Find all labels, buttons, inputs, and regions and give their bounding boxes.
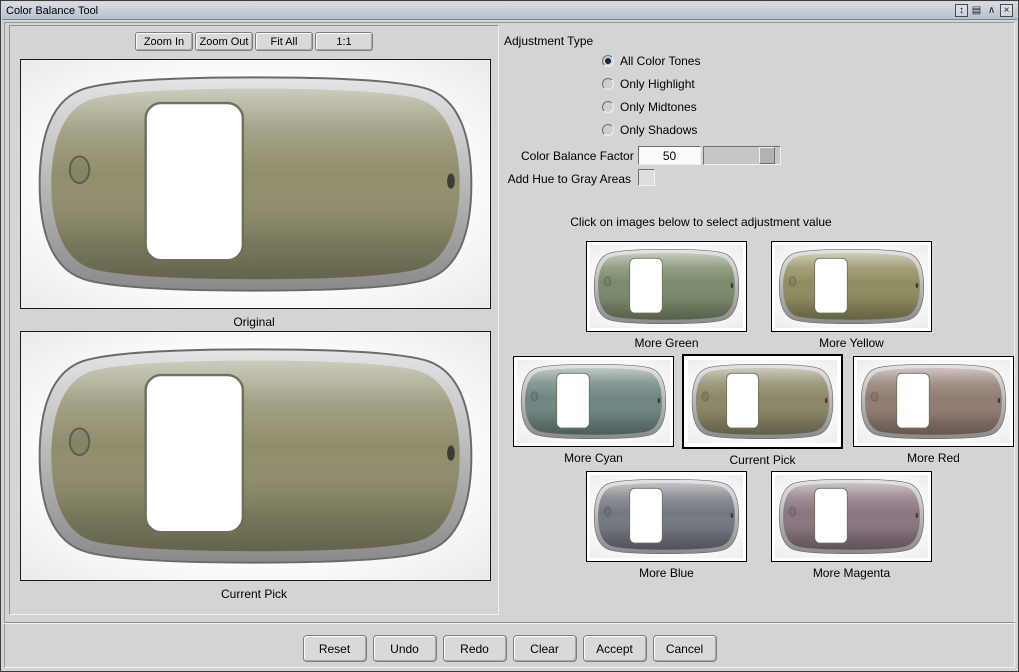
- radio-icon[interactable]: [602, 101, 614, 113]
- thumbnail-label: More Red: [907, 451, 960, 465]
- undo-button[interactable]: Undo: [372, 635, 437, 662]
- radio-label: All Color Tones: [620, 54, 701, 68]
- phone-image: [38, 348, 473, 564]
- radio-all-color-tones[interactable]: All Color Tones: [602, 54, 700, 68]
- hue-gray-label: Add Hue to Gray Areas: [507, 172, 631, 186]
- phone-image: [593, 248, 740, 325]
- radio-only-shadows[interactable]: Only Shadows: [602, 123, 697, 137]
- current-pick-label: Current Pick: [220, 587, 288, 601]
- thumbnail-frame[interactable]: [586, 241, 747, 332]
- thumbnail-frame[interactable]: [682, 354, 843, 449]
- zoom-toolbar: Zoom In Zoom Out Fit All 1:1: [10, 32, 498, 51]
- thumbnail-label: More Yellow: [819, 336, 884, 350]
- phone-image: [593, 478, 740, 555]
- thumbnail-more-green[interactable]: More Green: [586, 241, 747, 350]
- preview-panel: Zoom In Zoom Out Fit All 1:1 Original Cu…: [9, 25, 499, 615]
- thumbnail-frame[interactable]: [853, 356, 1014, 447]
- radio-label: Only Shadows: [620, 123, 698, 137]
- phone-image: [691, 363, 834, 440]
- titlebar[interactable]: Color Balance Tool ↕ ▤ ∧ ×: [2, 2, 1017, 20]
- thumbnail-frame[interactable]: [586, 471, 747, 562]
- thumbnail-frame[interactable]: [771, 471, 932, 562]
- radio-only-highlight[interactable]: Only Highlight: [602, 77, 695, 91]
- thumbnail-frame[interactable]: [513, 356, 674, 447]
- picker-instruction: Click on images below to select adjustme…: [570, 215, 832, 229]
- reset-button[interactable]: Reset: [302, 635, 367, 662]
- thumbnail-label: Current Pick: [729, 453, 796, 467]
- shade-icon[interactable]: ∧: [985, 4, 998, 17]
- cancel-button[interactable]: Cancel: [652, 635, 717, 662]
- current-pick-image: [20, 331, 491, 581]
- thumbnail-label: More Blue: [639, 566, 694, 580]
- hue-gray-checkbox[interactable]: [638, 169, 655, 186]
- window-title: Color Balance Tool: [6, 4, 99, 17]
- thumbnail-more-red[interactable]: More Red: [853, 356, 1014, 465]
- radio-only-midtones[interactable]: Only Midtones: [602, 100, 697, 114]
- phone-image: [778, 248, 925, 325]
- factor-slider[interactable]: [703, 146, 781, 165]
- original-image: [20, 59, 491, 309]
- thumbnail-label: More Magenta: [812, 566, 891, 580]
- slider-handle[interactable]: [759, 147, 775, 164]
- thumbnail-label: More Green: [634, 336, 699, 350]
- adjustment-type-label: Adjustment Type: [504, 34, 594, 48]
- redo-button[interactable]: Redo: [442, 635, 507, 662]
- radio-icon[interactable]: [602, 78, 614, 90]
- phone-image: [778, 478, 925, 555]
- radio-label: Only Midtones: [620, 100, 697, 114]
- color-balance-factor-label: Color Balance Factor: [521, 149, 634, 163]
- titlebar-icons: ↕ ▤ ∧ ×: [955, 4, 1013, 17]
- accept-button[interactable]: Accept: [582, 635, 647, 662]
- thumbnail-frame[interactable]: [771, 241, 932, 332]
- original-label: Original: [233, 315, 275, 329]
- phone-image: [38, 76, 473, 292]
- close-icon[interactable]: ×: [1000, 4, 1013, 17]
- phone-image: [520, 363, 667, 440]
- color-balance-factor-field[interactable]: [638, 146, 701, 165]
- zoom-in-button[interactable]: Zoom In: [135, 32, 193, 51]
- thumbnail-label: More Cyan: [564, 451, 623, 465]
- color-balance-tool-window: Color Balance Tool ↕ ▤ ∧ × Zoom In Zoom …: [0, 0, 1019, 672]
- thumbnail-more-blue[interactable]: More Blue: [586, 471, 747, 580]
- zoom-out-button[interactable]: Zoom Out: [195, 32, 253, 51]
- phone-image: [860, 363, 1007, 440]
- menu-icon[interactable]: ▤: [970, 4, 983, 17]
- resize-icon[interactable]: ↕: [955, 4, 968, 17]
- thumbnail-more-magenta[interactable]: More Magenta: [771, 471, 932, 580]
- radio-label: Only Highlight: [620, 77, 695, 91]
- thumbnail-more-cyan[interactable]: More Cyan: [513, 356, 674, 465]
- thumbnail-more-yellow[interactable]: More Yellow: [771, 241, 932, 350]
- clear-button[interactable]: Clear: [512, 635, 577, 662]
- one-to-one-button[interactable]: 1:1: [315, 32, 373, 51]
- radio-icon[interactable]: [602, 55, 614, 67]
- action-button-bar: Reset Undo Redo Clear Accept Cancel: [1, 635, 1018, 662]
- radio-icon[interactable]: [602, 124, 614, 136]
- thumbnail-current-pick[interactable]: Current Pick: [682, 354, 843, 467]
- button-bar-separator: [4, 622, 1015, 624]
- fit-all-button[interactable]: Fit All: [255, 32, 313, 51]
